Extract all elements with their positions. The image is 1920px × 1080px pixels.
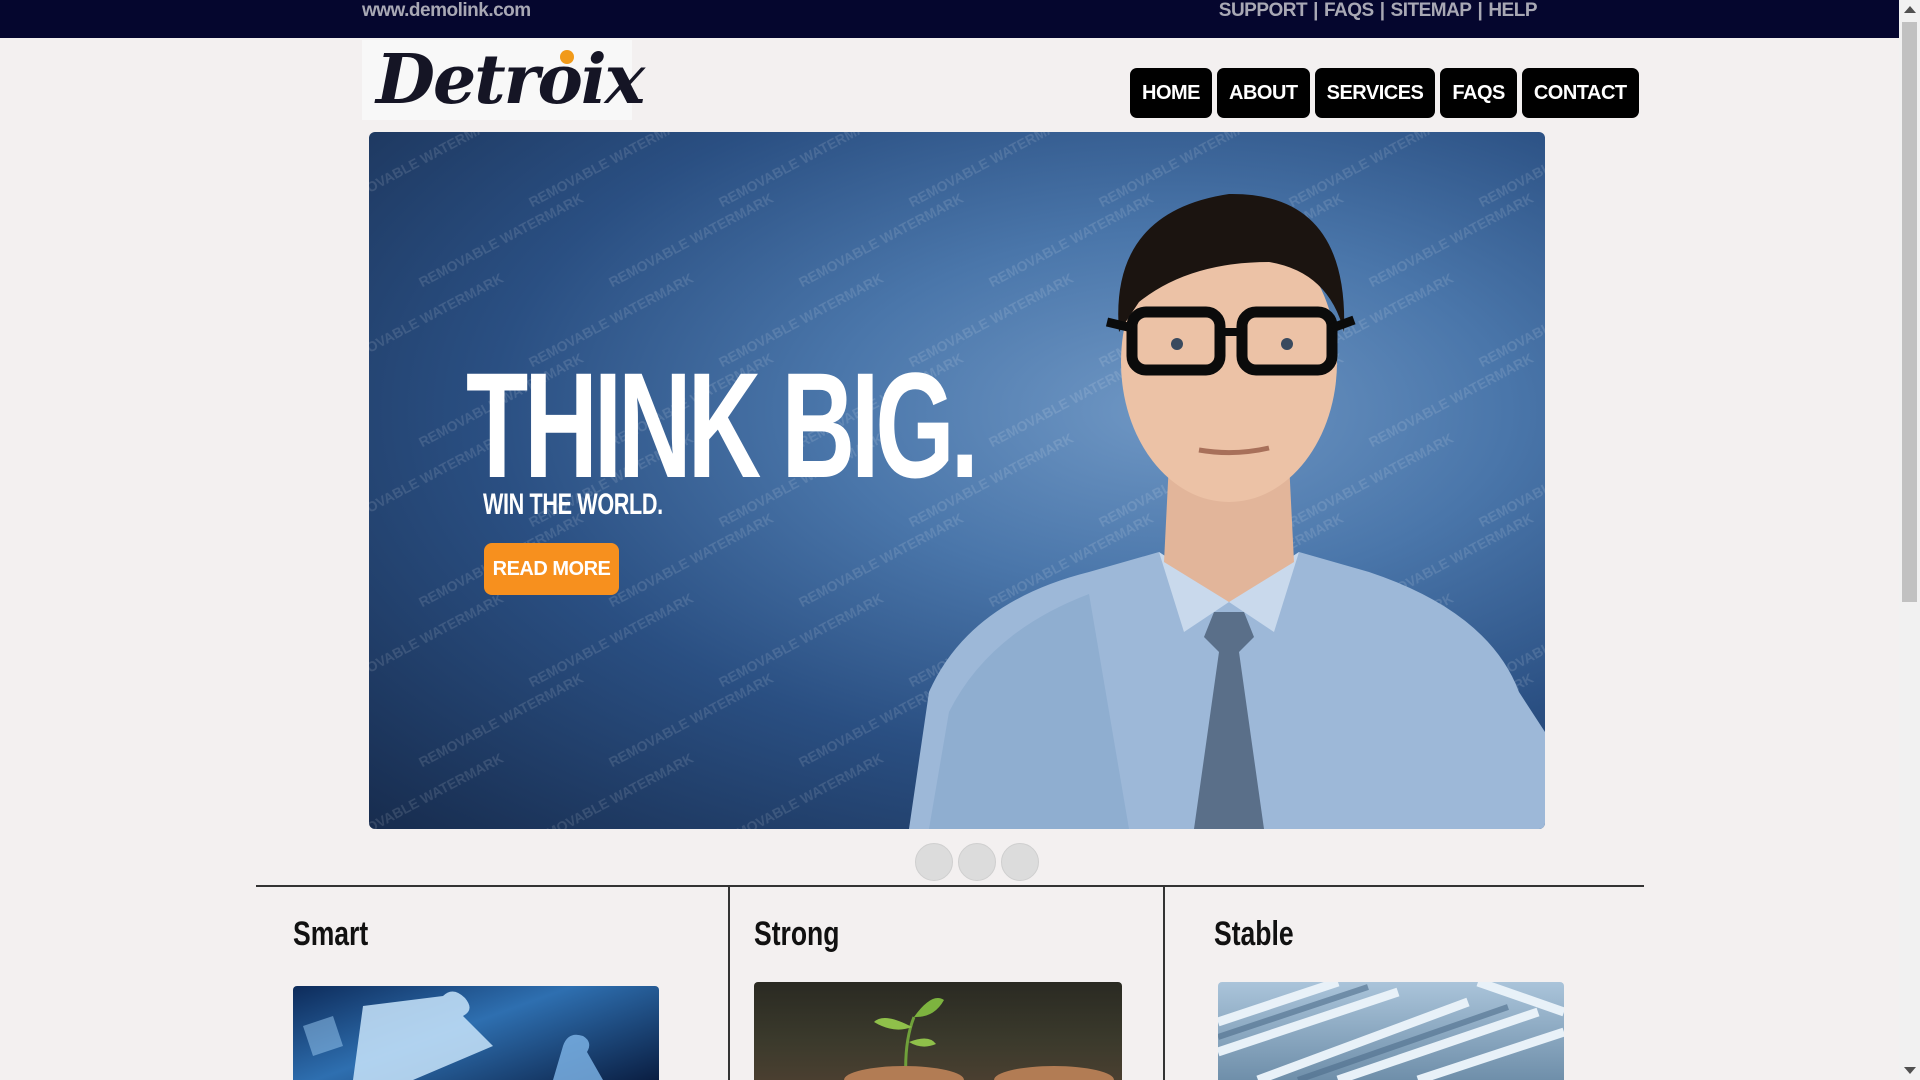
scroll-up-arrow-icon[interactable] [1904,6,1916,13]
site-url[interactable]: www.demolink.com [362,0,531,22]
nav-home[interactable]: HOME [1130,68,1212,118]
scroll-down-arrow-icon[interactable] [1904,1067,1916,1074]
top-link-sitemap[interactable]: SITEMAP [1391,0,1472,21]
hero-headline: THINK BIG. [466,341,979,509]
separator: | [1477,0,1483,21]
main-nav: HOME ABOUT SERVICES FAQS CONTACT [1130,68,1639,118]
top-bar: www.demolink.com SUPPORT | FAQS | SITEMAP | HE… [0,0,1899,38]
top-link-faqs[interactable]: FAQS [1324,0,1374,21]
logo-dot-icon [560,50,574,64]
top-link-support[interactable]: SUPPORT [1219,0,1308,21]
slider-dot-1[interactable] [915,843,953,881]
puzzle-pieces-icon [303,991,603,1080]
nav-contact[interactable]: CONTACT [1521,68,1639,118]
read-more-button[interactable]: READ MORE [484,543,619,595]
feature-image-stable[interactable] [1218,982,1564,1080]
nav-services[interactable]: SERVICES [1314,68,1436,118]
slider-dot-2[interactable] [958,843,996,881]
nav-faqs[interactable]: FAQS [1440,68,1517,118]
feature-title-strong: Strong [754,915,840,953]
scrollbar-thumb[interactable] [1902,22,1917,602]
hero-subline: WIN THE WORLD. [483,488,663,521]
feature-title-stable: Stable [1214,915,1294,953]
feature-image-smart[interactable] [293,986,659,1080]
vertical-scrollbar[interactable] [1899,0,1920,1080]
maze-icon [1218,982,1564,1080]
column-divider [728,886,730,1080]
top-link-help[interactable]: HELP [1488,0,1537,21]
logo-text: Detroix [376,40,645,120]
hero-slide: REMOVABLE WATERMARK REMOVABLE WATERMARK RE… [369,132,1545,829]
slider-dots [915,843,1039,881]
slider-dot-3[interactable] [1001,843,1039,881]
top-links: SUPPORT | FAQS | SITEMAP | HELP [1219,0,1538,22]
column-divider [1163,886,1165,1080]
seedling-icon [844,998,1114,1080]
feature-image-strong[interactable] [754,982,1122,1080]
separator: | [1313,0,1318,21]
feature-title-smart: Smart [293,915,369,953]
nav-about[interactable]: ABOUT [1217,68,1310,118]
logo[interactable]: Detroix [362,40,645,120]
features-divider [256,885,1644,887]
separator: | [1379,0,1385,21]
